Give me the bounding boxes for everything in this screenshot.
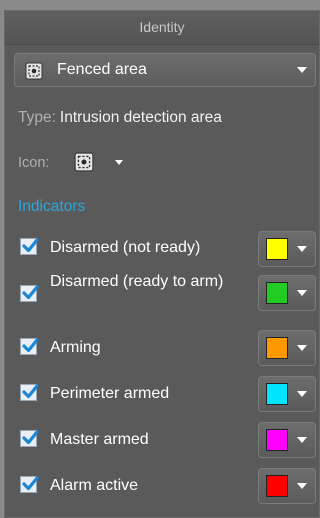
state-row-perimeter-armed: Perimeter armed (20, 373, 320, 413)
color-swatch (266, 383, 288, 405)
type-value: Intrusion detection area (59, 109, 222, 126)
icon-picker-button[interactable] (74, 152, 94, 172)
check-icon (22, 476, 39, 491)
state-color-picker[interactable] (258, 376, 316, 412)
chevron-down-icon (297, 345, 307, 351)
state-label: Arming (50, 339, 101, 356)
identity-panel: Identity Fenced area Type: Intrusion dete… (4, 10, 320, 518)
state-color-picker[interactable] (258, 468, 316, 504)
state-checkbox[interactable] (20, 238, 39, 255)
color-swatch (266, 282, 288, 304)
state-row-disarmed-ready: Disarmed (ready to arm) (20, 269, 320, 319)
state-row-master-armed: Master armed (20, 419, 320, 459)
state-checkbox[interactable] (20, 476, 39, 493)
chevron-down-icon (297, 246, 307, 252)
state-row-arming: Arming (20, 327, 320, 367)
fenced-area-icon (25, 62, 43, 80)
panel-header: Identity (5, 11, 319, 45)
chevron-down-icon (297, 290, 307, 296)
state-color-picker[interactable] (258, 422, 316, 458)
type-row: Type: Intrusion detection area (18, 109, 222, 127)
chevron-down-icon (297, 483, 307, 489)
state-label: Disarmed (not ready) (50, 239, 201, 256)
state-checkbox[interactable] (20, 285, 39, 302)
type-label: Type: (18, 109, 56, 126)
state-label: Alarm active (50, 477, 139, 494)
color-swatch (266, 429, 288, 451)
chevron-down-icon (297, 67, 307, 73)
check-icon (22, 238, 39, 253)
color-swatch (266, 337, 288, 359)
state-row-disarmed-not-ready: Disarmed (not ready) (20, 229, 320, 269)
state-checkbox[interactable] (20, 338, 39, 355)
chevron-down-icon (297, 437, 307, 443)
state-row-alarm-active: Alarm active (20, 465, 320, 505)
entity-type-dropdown[interactable]: Fenced area (14, 53, 316, 87)
check-icon (22, 285, 39, 300)
fenced-area-icon (74, 152, 94, 172)
color-swatch (266, 238, 288, 260)
states-section-title: Indicators (18, 198, 86, 215)
state-checkbox[interactable] (20, 430, 39, 447)
check-icon (22, 430, 39, 445)
state-label: Master armed (50, 431, 149, 448)
icon-picker-chevron-icon[interactable] (115, 160, 123, 165)
state-color-picker[interactable] (258, 275, 316, 311)
icon-label: Icon: (18, 155, 50, 171)
check-icon (22, 338, 39, 353)
state-color-picker[interactable] (258, 330, 316, 366)
state-color-picker[interactable] (258, 231, 316, 267)
state-label: Perimeter armed (50, 385, 170, 402)
state-label: Disarmed (ready to arm) (50, 273, 224, 290)
check-icon (22, 384, 39, 399)
state-checkbox[interactable] (20, 384, 39, 401)
chevron-down-icon (297, 391, 307, 397)
entity-type-value: Fenced area (57, 61, 147, 78)
color-swatch (266, 475, 288, 497)
